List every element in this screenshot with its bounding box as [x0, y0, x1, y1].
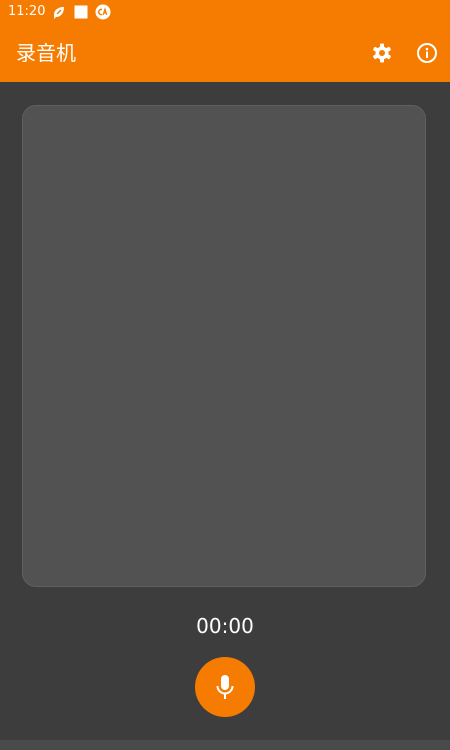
notification-square-icon: [73, 4, 89, 20]
status-bar: 11:20: [0, 0, 450, 24]
app-title: 录音机: [16, 41, 76, 65]
info-button[interactable]: [414, 40, 440, 66]
settings-icon: [373, 43, 391, 63]
notification-leaf-icon: [51, 4, 67, 20]
info-icon: [417, 43, 437, 63]
microphone-icon: [216, 675, 234, 699]
waveform-panel: [22, 105, 426, 587]
settings-button[interactable]: [369, 40, 395, 66]
app-bar: 录音机: [0, 24, 450, 82]
record-button[interactable]: [195, 657, 255, 717]
notification-ca-icon: [95, 4, 111, 20]
navigation-bar: [0, 740, 450, 750]
status-time: 11:20: [8, 4, 46, 19]
recording-timer: 00:00: [196, 614, 254, 638]
